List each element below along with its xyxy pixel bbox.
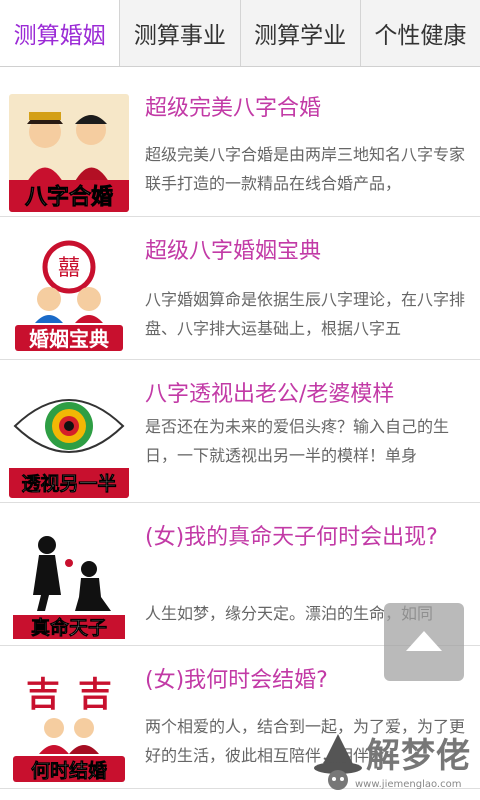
item-title: 八字透视出老公/老婆模样 [145, 382, 395, 407]
item-thumbnail: 真命天子 [9, 523, 129, 641]
fortune-list: 八字合婚 超级完美八字合婚 超级完美八字合婚是由两岸三地知名八字专家联手打造的一… [0, 74, 480, 789]
item-title: 超级八字婚姻宝典 [145, 239, 322, 264]
item-title: 超级完美八字合婚 [145, 96, 322, 121]
arrow-up-icon [406, 631, 442, 651]
list-item[interactable]: 囍 婚姻宝典 超级八字婚姻宝典 八字婚姻算命是依据生辰八字理论，在八字排盘、八字… [0, 217, 480, 360]
item-thumbnail: 囍 婚姻宝典 [9, 237, 129, 355]
thumb-label: 真命天子 [31, 616, 107, 639]
watermark-text: 解梦佬 [366, 736, 471, 776]
thumb-label: 八字合婚 [25, 184, 113, 210]
item-title: (女)我的真命天子何时会出现? [145, 525, 438, 550]
svg-text:吉: 吉 [78, 675, 112, 715]
thumb-label: 婚姻宝典 [29, 327, 109, 351]
item-thumbnail: 八字合婚 [9, 94, 129, 212]
tab-marriage[interactable]: 测算婚姻 [0, 0, 121, 66]
tab-health[interactable]: 个性健康 [361, 0, 480, 66]
item-thumbnail: 吉 吉 何时结婚 [9, 666, 129, 784]
tab-career[interactable]: 测算事业 [120, 0, 241, 66]
list-item[interactable]: 八字合婚 超级完美八字合婚 超级完美八字合婚是由两岸三地知名八字专家联手打造的一… [0, 74, 480, 217]
watermark: 解梦佬 www.jiemenglao.com [310, 728, 480, 800]
item-thumbnail: 透视另一半 [9, 380, 129, 498]
svg-text:囍: 囍 [58, 256, 80, 281]
thumb-label: 透视另一半 [21, 472, 116, 495]
item-description: 超级完美八字合婚是由两岸三地知名八字专家联手打造的一款精品在线合婚产品， [145, 145, 466, 193]
tab-study[interactable]: 测算学业 [241, 0, 361, 66]
svg-text:吉: 吉 [26, 675, 60, 715]
item-description: 八字婚姻算命是依据生辰八字理论，在八字排盘、八字排大运基础上，根据八字五 [145, 290, 466, 338]
list-item[interactable]: 透视另一半 八字透视出老公/老婆模样 是否还在为未来的爱侣头疼？输入自己的生日，… [0, 360, 480, 503]
watermark-url: www.jiemenglao.com [355, 779, 462, 790]
item-description: 是否还在为未来的爱侣头疼？输入自己的生日，一下就透视出另一半的模样！单身 [145, 417, 450, 465]
scroll-top-button[interactable] [384, 603, 464, 681]
category-tabs: 测算婚姻 测算事业 测算学业 个性健康 [0, 0, 480, 67]
thumb-label: 何时结婚 [31, 759, 107, 782]
